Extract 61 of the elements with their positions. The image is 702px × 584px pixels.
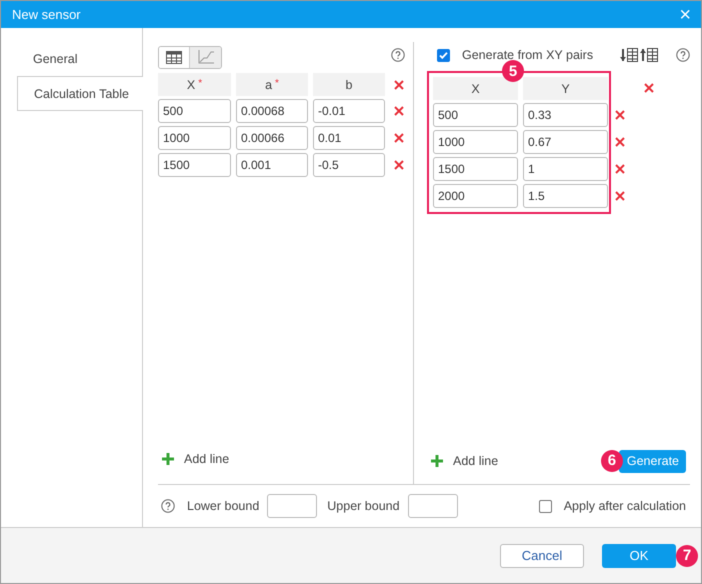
input-field[interactable]: 1500	[158, 153, 231, 177]
step-badge: 7	[676, 544, 698, 566]
delete-icon[interactable]	[394, 160, 404, 170]
input-field[interactable]: 1.5	[523, 184, 608, 208]
checkbox[interactable]	[538, 500, 552, 512]
input-field[interactable]: 500	[433, 103, 518, 127]
input-field[interactable]: 500	[158, 99, 231, 123]
delete-icon[interactable]	[615, 137, 625, 147]
required-icon: *	[198, 78, 202, 89]
help-icon[interactable]	[161, 499, 175, 513]
input-field[interactable]: 1500	[433, 157, 518, 181]
input-field[interactable]	[408, 494, 458, 518]
input-field[interactable]: 2000	[433, 184, 518, 208]
input-field[interactable]: 0.67	[523, 130, 608, 154]
column-header: a *	[236, 73, 308, 96]
checkbox-label: Generate from XY pairs	[462, 48, 594, 62]
delete-icon[interactable]	[394, 106, 404, 116]
table-icon	[166, 50, 182, 64]
help-icon[interactable]	[391, 48, 405, 62]
column-header: Y	[523, 77, 608, 100]
required-icon: *	[275, 78, 279, 89]
cancel-button[interactable]: Cancel	[500, 544, 584, 568]
step-badge: 5	[502, 60, 524, 82]
delete-icon[interactable]	[394, 133, 404, 143]
delete-icon[interactable]	[615, 164, 625, 174]
field-label: Lower bound	[187, 499, 260, 513]
checkbox-label: Apply after calculation	[564, 499, 686, 513]
sort-up-icon[interactable]	[640, 47, 658, 63]
input-field[interactable]: 0.01	[313, 126, 385, 150]
tab[interactable]: General	[17, 41, 142, 76]
sort-down-icon[interactable]	[620, 47, 638, 63]
delete-icon[interactable]	[615, 110, 625, 120]
view-toggle-button[interactable]	[190, 46, 221, 68]
input-field[interactable]: 1000	[433, 130, 518, 154]
delete-icon[interactable]	[394, 80, 404, 90]
field-label: Upper bound	[327, 499, 400, 513]
input-field[interactable]: 1000	[158, 126, 231, 150]
column-header: X *	[158, 73, 231, 96]
input-field[interactable]: -0.5	[313, 153, 385, 177]
column-header: b	[313, 73, 385, 96]
delete-icon[interactable]	[644, 83, 654, 93]
plus-icon	[431, 455, 443, 467]
input-field[interactable]: 0.00068	[236, 99, 308, 123]
input-field[interactable]	[267, 494, 318, 518]
input-field[interactable]: 0.33	[523, 103, 608, 127]
help-icon[interactable]	[676, 48, 690, 62]
view-toggle-button[interactable]	[159, 46, 190, 68]
input-field[interactable]: 0.001	[236, 153, 308, 177]
plus-icon	[162, 453, 174, 465]
input-field[interactable]: 1	[523, 157, 608, 181]
column-header: X	[433, 77, 518, 100]
tab[interactable]: Calculation Table	[17, 76, 143, 111]
add-line-button[interactable]: Add line	[158, 444, 405, 474]
window-title: New sensor	[12, 7, 81, 22]
checkbox[interactable]	[437, 48, 450, 62]
input-field[interactable]: -0.01	[313, 99, 385, 123]
step-badge: 6	[600, 450, 623, 472]
chart-icon	[198, 50, 214, 64]
add-line-button[interactable]: Add line	[427, 446, 498, 476]
delete-icon[interactable]	[615, 191, 625, 201]
input-field[interactable]: 0.00066	[236, 126, 308, 150]
